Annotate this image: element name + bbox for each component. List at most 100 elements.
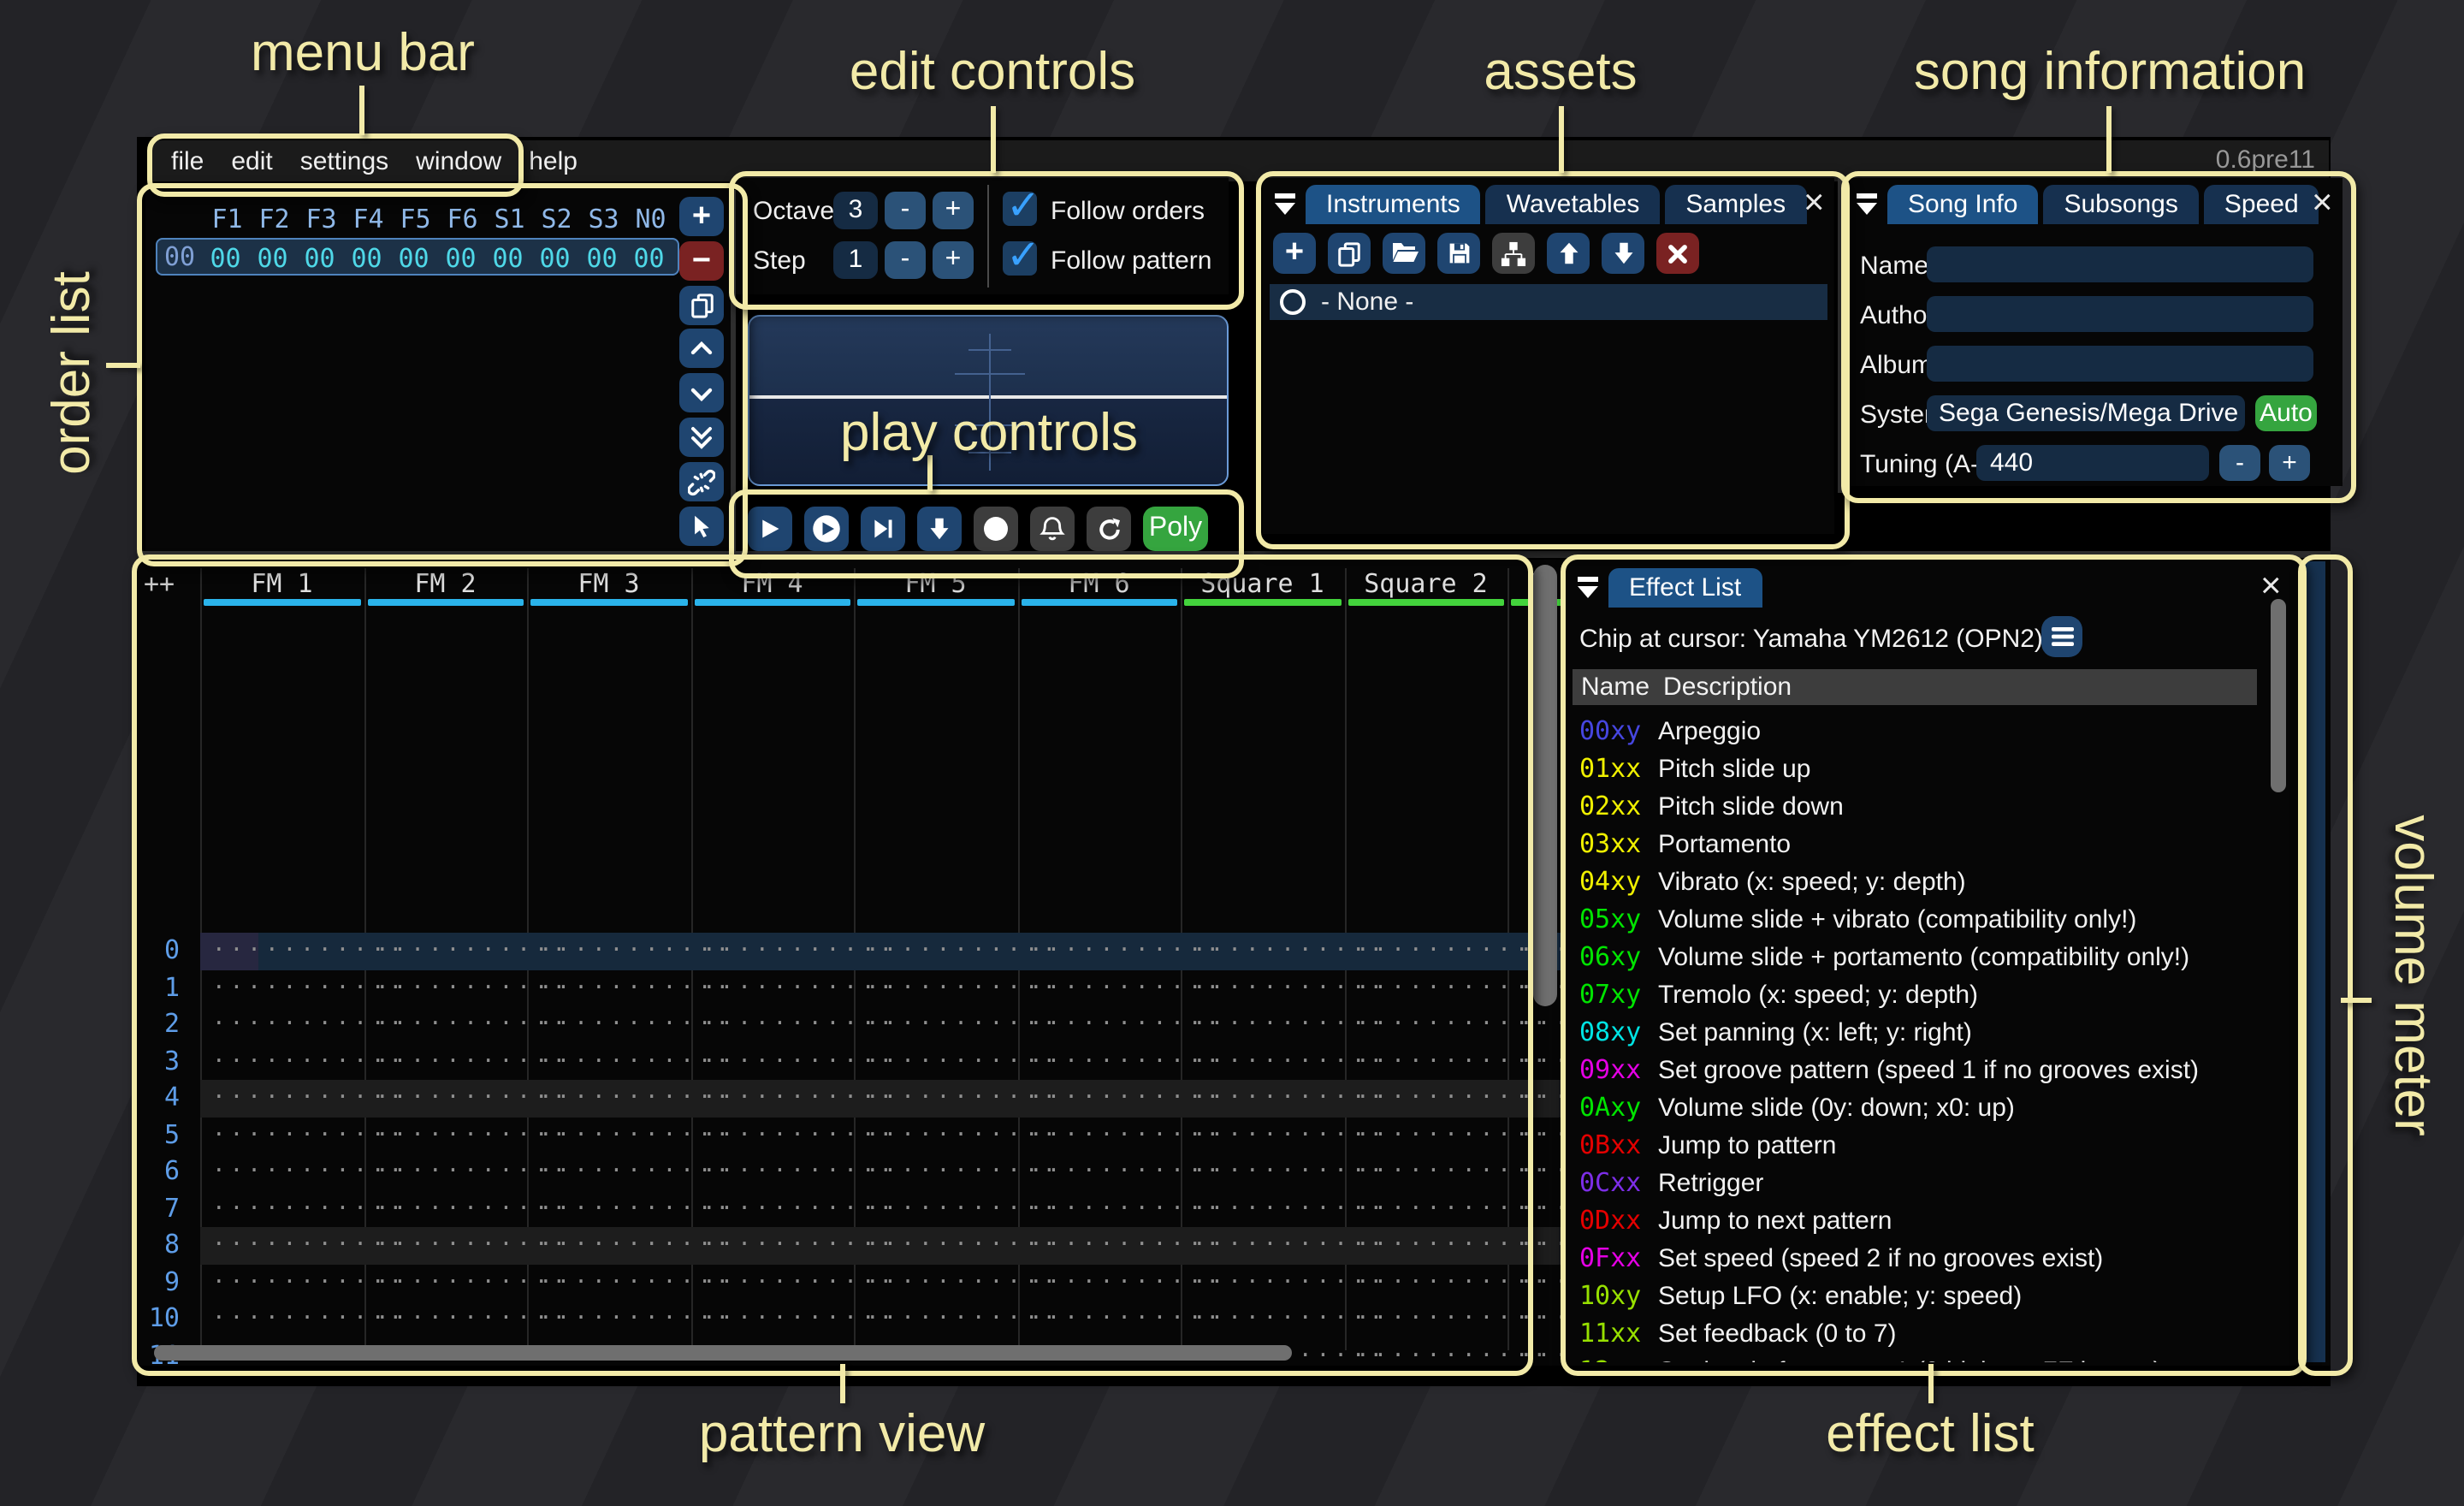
poly-button[interactable]: Poly — [1143, 507, 1208, 551]
pattern-cell[interactable]: ··········· — [1181, 1264, 1344, 1301]
window-menu-icon[interactable] — [1271, 190, 1299, 217]
pattern-cell[interactable]: ··········· — [854, 1080, 1017, 1117]
pattern-cell[interactable]: ··········· — [527, 1006, 690, 1043]
order-cell[interactable]: 00 — [531, 243, 578, 274]
order-cell[interactable]: 00 — [249, 243, 296, 274]
pattern-cell[interactable]: ··········· — [1181, 969, 1344, 1006]
pattern-cell[interactable]: ··········· — [1181, 1227, 1344, 1264]
order-remove-button[interactable]: − — [679, 241, 724, 281]
tab-instruments[interactable]: Instruments — [1306, 185, 1481, 224]
pattern-cell[interactable]: ··········· — [527, 1043, 690, 1080]
order-cell[interactable]: 00 — [484, 243, 531, 274]
pattern-cell[interactable]: ··········· — [527, 969, 690, 1006]
tab-speed[interactable]: Speed — [2204, 185, 2319, 224]
order-move-up-button[interactable] — [679, 329, 724, 368]
pattern-cell[interactable]: ··········· — [200, 1264, 364, 1301]
pattern-cell[interactable]: ··········· — [690, 1080, 854, 1117]
asset-save-button[interactable] — [1437, 233, 1480, 274]
pattern-cell[interactable]: ··········· — [364, 1227, 527, 1264]
pattern-cell[interactable]: ··········· — [200, 969, 364, 1006]
order-cell[interactable]: 00 — [578, 243, 625, 274]
pattern-cell[interactable]: ··········· — [854, 1006, 1017, 1043]
system-combo[interactable]: Sega Genesis/Mega Drive — [1927, 395, 2245, 431]
pattern-vscrollbar[interactable] — [1533, 565, 1557, 1006]
order-duplicate-end-button[interactable] — [679, 418, 724, 457]
asset-add-button[interactable]: + — [1273, 233, 1316, 274]
pattern-cell[interactable]: ··········· — [1181, 1190, 1344, 1227]
pattern-cell[interactable]: ··········· — [364, 1080, 527, 1117]
order-header-F3[interactable]: F3 — [298, 204, 345, 234]
order-cell[interactable]: 00 — [625, 243, 672, 274]
pattern-cell[interactable]: ··········· — [527, 933, 690, 969]
channel-header-fm-3[interactable]: FM 3 — [527, 568, 690, 597]
pattern-cell[interactable]: ··········· — [200, 1301, 364, 1337]
pattern-cell[interactable]: ··········· — [364, 1043, 527, 1080]
follow-pattern-checkbox[interactable]: ✓ — [1003, 241, 1037, 276]
pattern-cell[interactable]: ··········· — [1017, 1227, 1181, 1264]
move-cursor-down-button[interactable] — [917, 507, 962, 551]
pattern-cell[interactable]: ··········· — [854, 1117, 1017, 1153]
pattern-cell[interactable]: ··········· — [1017, 1264, 1181, 1301]
channel-header-fm-4[interactable]: FM 4 — [690, 568, 854, 597]
pattern-cell[interactable]: ··········· — [527, 1190, 690, 1227]
tuning-plus-button[interactable]: + — [2269, 445, 2310, 481]
pattern-cell[interactable]: ··········· — [1344, 1264, 1507, 1301]
step-value[interactable]: 1 — [833, 241, 878, 279]
pattern-cell[interactable]: ··········· — [1181, 1117, 1344, 1153]
pattern-cell[interactable]: ··········· — [1344, 969, 1507, 1006]
pattern-cell[interactable]: ··········· — [690, 969, 854, 1006]
pattern-cell[interactable]: ··········· — [527, 1227, 690, 1264]
order-change-mode-button[interactable] — [679, 507, 724, 546]
play-button[interactable] — [748, 507, 792, 551]
pattern-cell[interactable]: ··········· — [690, 1264, 854, 1301]
author-field[interactable] — [1927, 296, 2313, 332]
pattern-cell[interactable]: ··········· — [200, 1006, 364, 1043]
pattern-cell[interactable]: ··········· — [690, 1190, 854, 1227]
channel-header-fm-6[interactable]: FM 6 — [1017, 568, 1181, 597]
octave-plus-button[interactable]: + — [933, 192, 974, 229]
menu-item-window[interactable]: window — [416, 146, 501, 175]
pattern-cell[interactable]: ··········· — [690, 1043, 854, 1080]
asset-list-item[interactable]: - None - — [1270, 284, 1827, 320]
asset-move-down-button[interactable] — [1602, 233, 1644, 274]
metronome-button[interactable] — [1030, 507, 1075, 551]
channel-header-square-1[interactable]: Square 1 — [1181, 568, 1344, 597]
menu-item-settings[interactable]: settings — [300, 146, 388, 175]
channel-header-fm-1[interactable]: FM 1 — [200, 568, 364, 597]
pattern-cell[interactable]: ··········· — [200, 1153, 364, 1190]
pattern-cell[interactable]: ··········· — [527, 1153, 690, 1190]
order-cell[interactable]: 00 — [437, 243, 484, 274]
order-header-F5[interactable]: F5 — [392, 204, 439, 234]
asset-open-button[interactable] — [1383, 233, 1425, 274]
pattern-cell[interactable]: ··········· — [854, 1264, 1017, 1301]
assets-close-icon[interactable]: × — [1804, 187, 1825, 221]
menu-item-file[interactable]: file — [171, 146, 204, 175]
pattern-cell[interactable]: ··········· — [854, 933, 1017, 969]
octave-minus-button[interactable]: - — [885, 192, 926, 229]
pattern-cell[interactable]: ··········· — [1181, 1301, 1344, 1337]
pattern-cell[interactable]: ··········· — [1344, 1117, 1507, 1153]
pattern-cell[interactable]: ··········· — [1344, 1006, 1507, 1043]
window-menu-icon[interactable] — [1574, 573, 1602, 601]
asset-duplicate-button[interactable] — [1328, 233, 1371, 274]
pattern-cell[interactable]: ··········· — [1017, 1117, 1181, 1153]
asset-tree-view-button[interactable] — [1492, 233, 1535, 274]
pattern-cell[interactable]: ··········· — [364, 1190, 527, 1227]
channel-header-fm-5[interactable]: FM 5 — [854, 568, 1017, 597]
pattern-cell[interactable]: ··········· — [1344, 1153, 1507, 1190]
order-header-S1[interactable]: S1 — [486, 204, 533, 234]
pattern-cell[interactable]: ··········· — [364, 1006, 527, 1043]
order-cell[interactable]: 00 — [343, 243, 390, 274]
pattern-cell[interactable]: ··········· — [1181, 1153, 1344, 1190]
pattern-cell[interactable]: ··········· — [200, 1043, 364, 1080]
pattern-cell[interactable]: ··········· — [854, 1190, 1017, 1227]
pattern-cell[interactable]: ··········· — [527, 1117, 690, 1153]
order-selected-row[interactable]: 00 00000000000000000000 — [156, 238, 679, 276]
pattern-cell[interactable]: ··········· — [854, 1301, 1017, 1337]
pattern-cell[interactable]: ··········· — [200, 1190, 364, 1227]
pattern-cell[interactable]: ··········· — [690, 933, 854, 969]
repeat-pattern-button[interactable] — [1087, 507, 1131, 551]
pattern-cell[interactable]: ··········· — [1344, 1080, 1507, 1117]
tuning-field[interactable]: 440 — [1976, 445, 2209, 481]
pattern-cell[interactable]: ··········· — [527, 1264, 690, 1301]
